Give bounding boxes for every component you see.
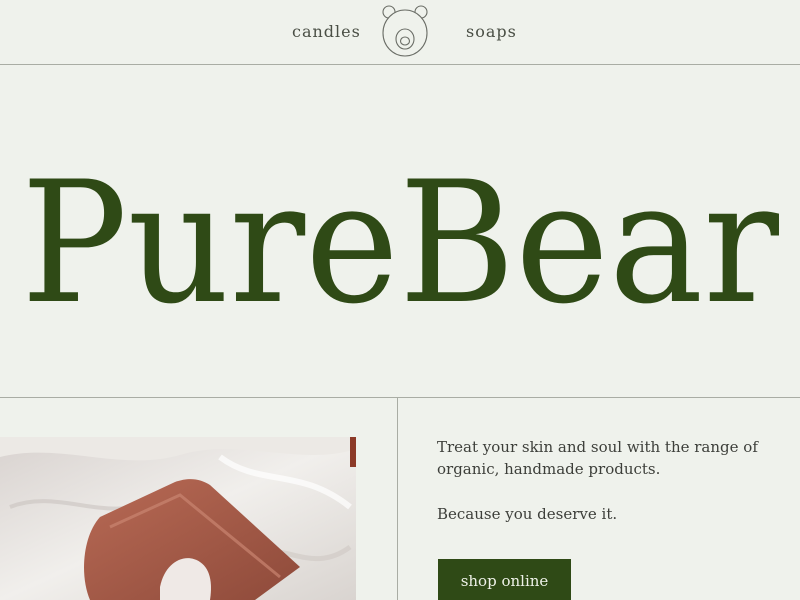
top-navigation: candles soaps — [0, 0, 800, 65]
nav-link-candles[interactable]: candles — [292, 22, 361, 41]
page: candles soaps PureBear Treat your skin a… — [0, 0, 800, 600]
hero-title-graphic: PureBear — [21, 145, 780, 341]
vertical-divider — [397, 398, 398, 600]
bear-face-icon[interactable] — [378, 3, 432, 59]
shop-online-button[interactable]: shop online — [438, 559, 571, 600]
tagline-secondary-text: Because you deserve it. — [437, 505, 618, 523]
nav-link-soaps[interactable]: soaps — [466, 22, 517, 41]
hero-title: PureBear — [21, 145, 780, 341]
soap-product-photo — [0, 437, 356, 600]
tagline-text: Treat your skin and soul with the range … — [437, 438, 758, 478]
soap-image — [0, 437, 356, 600]
hero-section: PureBear — [0, 65, 800, 398]
intro-section: Treat your skin and soul with the range … — [0, 398, 800, 600]
